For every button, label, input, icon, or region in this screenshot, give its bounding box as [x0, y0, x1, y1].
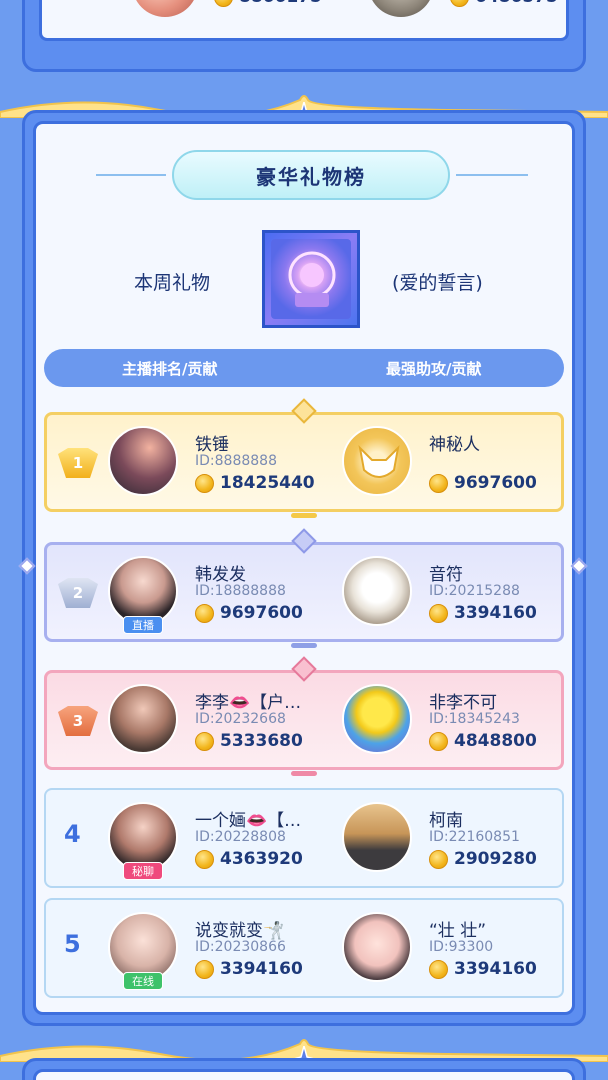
anchor-score: 9697600: [195, 603, 303, 623]
rank-badge-silver: 2: [58, 578, 98, 608]
helper-score: 9697600: [429, 473, 537, 493]
coin-icon: [195, 603, 214, 623]
helper-name: 音符: [429, 565, 463, 585]
anchor-avatar[interactable]: [108, 426, 178, 496]
online-status-badge: 在线: [123, 972, 163, 990]
coin-icon: [450, 0, 469, 7]
helper-id: ID:22160851: [429, 829, 520, 845]
anchor-score-value: 3394160: [220, 959, 303, 979]
rank-row-2[interactable]: 2 直播 韩发发 ID:18888888 9697600 音符 ID:20215…: [36, 528, 572, 648]
weekly-gift-row: 本周礼物 (爱的誓言): [36, 230, 572, 330]
anchor-name: 韩发发: [195, 565, 246, 585]
previous-section-panel: 8866175 6486575: [39, 0, 569, 41]
helper-score: 3394160: [429, 603, 537, 623]
helper-name: 非李不可: [429, 693, 497, 713]
next-section-frame: [22, 1058, 586, 1080]
table-header: 主播排名/贡献 最强助攻/贡献: [44, 349, 564, 387]
rank-row-1[interactable]: 1 铁锤 ID:8888888 18425440 神秘人 9697600: [36, 398, 572, 518]
helper-score-value: 9697600: [454, 473, 537, 493]
avatar[interactable]: [368, 0, 434, 17]
anchor-score-value: 18425440: [220, 473, 315, 493]
top-right-entry: 6486575: [368, 0, 558, 17]
anchor-score-value: 5333680: [220, 731, 303, 751]
score-value: 8866175: [239, 0, 322, 7]
divider: [96, 174, 166, 176]
section-title: 豪华礼物榜: [172, 150, 450, 200]
anchor-score: 4363920: [195, 849, 303, 869]
helper-score: 4848800: [429, 731, 537, 751]
helper-avatar[interactable]: [342, 684, 412, 754]
card-tab: [291, 771, 317, 776]
helper-score-value: 3394160: [454, 959, 537, 979]
anchor-id: ID:20232668: [195, 711, 286, 727]
card-tab: [291, 513, 317, 518]
gift-icon: [271, 239, 351, 319]
anchor-name: 一个婳👄【…: [195, 811, 302, 831]
helper-score-value: 4848800: [454, 731, 537, 751]
coin-icon: [195, 731, 214, 751]
section-title-text: 豪华礼物榜: [256, 164, 366, 189]
anchor-score: 3394160: [195, 959, 303, 979]
anchor-name: 说变就变🤺: [195, 921, 285, 941]
helper-id: ID:20215288: [429, 583, 520, 599]
gift-name: (爱的誓言): [392, 272, 483, 294]
rank-row-4[interactable]: 4 秘聊 一个婳👄【… ID:20228808 4363920 柯南 ID:22…: [36, 788, 572, 888]
anchor-id: ID:8888888: [195, 453, 277, 469]
helper-name: “壮 壮”: [429, 921, 487, 941]
anchor-name: 李李👄【户…: [195, 693, 302, 713]
coin-icon: [214, 0, 233, 7]
rank-row-3[interactable]: 3 李李👄【户… ID:20232668 5333680 非李不可 ID:183…: [36, 656, 572, 776]
helper-name: 神秘人: [429, 435, 480, 455]
helper-score: 2909280: [429, 849, 537, 869]
coin-icon: [429, 603, 448, 623]
coin-icon: [429, 849, 448, 869]
rank-number: 4: [64, 820, 81, 848]
top-left-entry: 8866175: [132, 0, 322, 17]
header-anchor-rank: 主播排名/贡献: [122, 360, 218, 378]
score-value: 6486575: [475, 0, 558, 7]
helper-id: ID:93300: [429, 939, 494, 955]
helper-id: ID:18345243: [429, 711, 520, 727]
anchor-name: 铁锤: [195, 435, 229, 455]
gift-image[interactable]: [262, 230, 360, 328]
rank-number: 5: [64, 930, 81, 958]
helper-score-value: 2909280: [454, 849, 537, 869]
helper-avatar[interactable]: [342, 802, 412, 872]
previous-section-frame: 8866175 6486575: [22, 0, 586, 72]
helper-avatar[interactable]: [342, 912, 412, 982]
section-title-area: 豪华礼物榜: [36, 150, 572, 206]
coin-icon: [429, 731, 448, 751]
next-section-panel: [33, 1069, 575, 1080]
divider: [456, 174, 528, 176]
header-top-helper: 最强助攻/贡献: [386, 360, 482, 378]
anchor-score-value: 4363920: [220, 849, 303, 869]
rank-row-5[interactable]: 5 在线 说变就变🤺 ID:20230866 3394160 “壮 壮” ID:…: [36, 898, 572, 998]
private-chat-badge: 秘聊: [123, 862, 163, 880]
rank-badge-gold: 1: [58, 448, 98, 478]
anchor-id: ID:20228808: [195, 829, 286, 845]
helper-name: 柯南: [429, 811, 463, 831]
anchor-avatar[interactable]: [108, 684, 178, 754]
helper-score: 3394160: [429, 959, 537, 979]
anchor-score: 5333680: [195, 731, 303, 751]
gift-ranking-frame: 豪华礼物榜 本周礼物 (爱的誓言) 主播排名/贡献 最强助攻/贡献 1 铁锤 I…: [22, 110, 586, 1026]
gift-ranking-panel: 豪华礼物榜 本周礼物 (爱的誓言) 主播排名/贡献 最强助攻/贡献 1 铁锤 I…: [33, 121, 575, 1015]
anchor-score: 18425440: [195, 473, 315, 493]
coin-icon: [429, 473, 448, 493]
avatar[interactable]: [132, 0, 198, 17]
anchor-score-value: 9697600: [220, 603, 303, 623]
anchor-id: ID:20230866: [195, 939, 286, 955]
rank-badge-bronze: 3: [58, 706, 98, 736]
coin-icon: [195, 473, 214, 493]
weekly-gift-label: 本周礼物: [134, 272, 211, 294]
coin-icon: [429, 959, 448, 979]
mystery-avatar[interactable]: [342, 426, 412, 496]
live-status-badge: 直播: [123, 616, 163, 634]
coin-icon: [195, 849, 214, 869]
anchor-id: ID:18888888: [195, 583, 286, 599]
helper-avatar[interactable]: [342, 556, 412, 626]
card-tab: [291, 643, 317, 648]
helper-score-value: 3394160: [454, 603, 537, 623]
coin-icon: [195, 959, 214, 979]
